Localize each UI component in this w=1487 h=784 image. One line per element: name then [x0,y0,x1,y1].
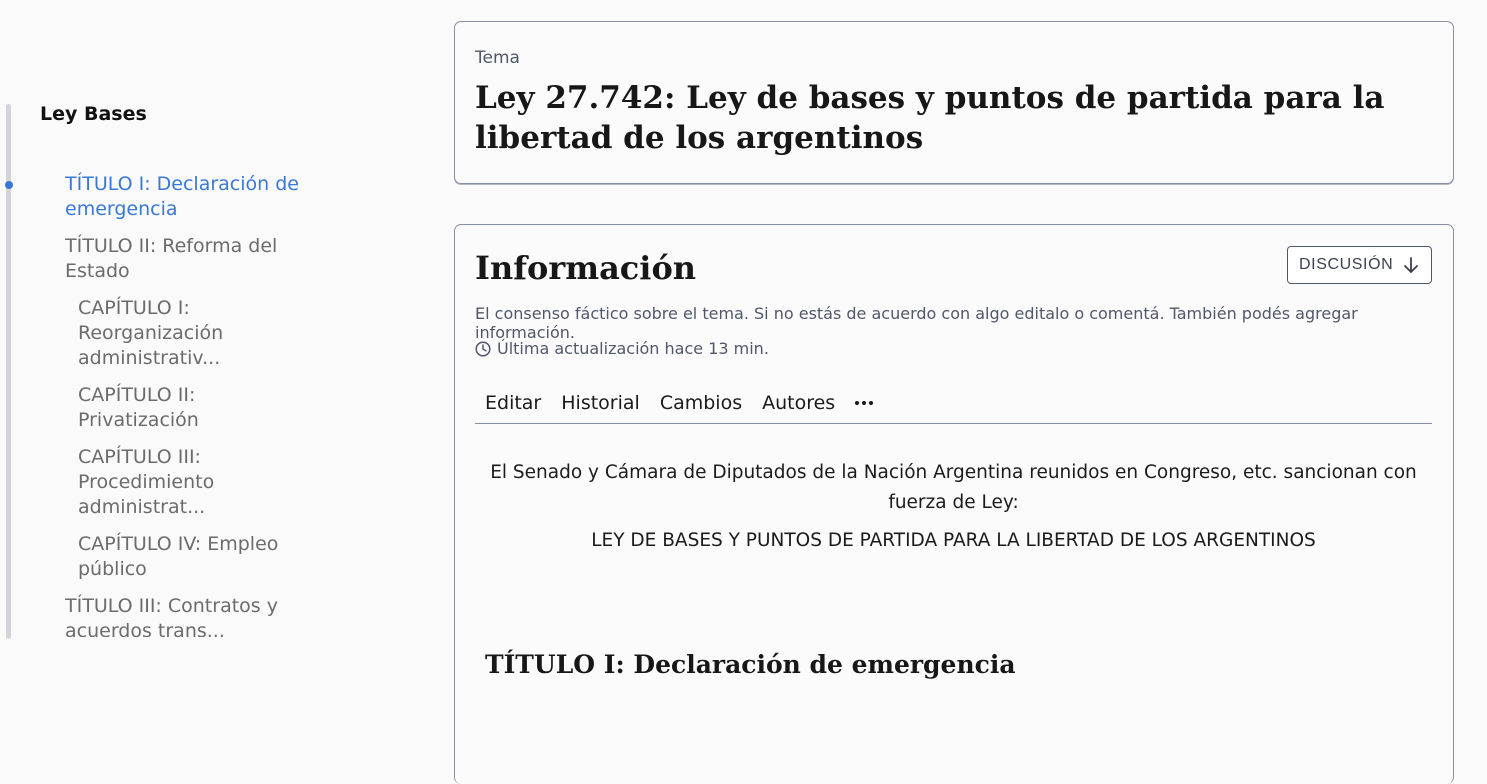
document-section-title: TÍTULO I: Declaración de emergencia [485,650,1016,679]
topic-card: Tema Ley 27.742: Ley de bases y puntos d… [454,21,1454,184]
document-body: El Senado y Cámara de Diputados de la Na… [485,458,1422,551]
tab-cambios[interactable]: Cambios [660,392,742,414]
toc-item-capitulo-4[interactable]: CAPÍTULO IV: Empleo público [65,532,305,582]
toc-item-titulo-3[interactable]: TÍTULO III: Contratos y acuerdos trans..… [65,594,305,637]
information-description: El consenso fáctico sobre el tema. Si no… [475,304,1358,342]
toc-list: TÍTULO I: Declaración de emergencia TÍTU… [65,172,305,637]
ellipsis-icon[interactable] [855,401,874,405]
toc-active-indicator [5,181,13,189]
action-tabs: Editar Historial Cambios Autores [475,383,1432,424]
tab-autores[interactable]: Autores [762,392,835,414]
topic-eyebrow: Tema [475,48,520,68]
arrow-down-icon [1404,257,1419,273]
last-updated: Última actualización hace 13 min. [475,339,769,358]
toc-title[interactable]: Ley Bases [40,103,147,125]
toc-item-titulo-1[interactable]: TÍTULO I: Declaración de emergencia [65,172,305,222]
information-title: Información [475,249,697,287]
discussion-button[interactable]: DISCUSIÓN [1287,246,1432,284]
information-card: Información DISCUSIÓN El consenso fáctic… [454,224,1454,784]
page-title: Ley 27.742: Ley de bases y puntos de par… [475,80,1385,156]
document-intro: El Senado y Cámara de Diputados de la Na… [490,462,1417,513]
toc-item-capitulo-2[interactable]: CAPÍTULO II: Privatización [65,383,305,433]
table-of-contents: Ley Bases TÍTULO I: Declaración de emerg… [0,0,420,760]
discussion-button-label: DISCUSIÓN [1299,256,1394,273]
tab-editar[interactable]: Editar [485,392,541,414]
toc-item-capitulo-1[interactable]: CAPÍTULO I: Reorganización administrativ… [65,296,305,371]
document-heading: LEY DE BASES Y PUNTOS DE PARTIDA PARA LA… [591,530,1316,551]
last-updated-text: Última actualización hace 13 min. [497,339,769,358]
clock-icon [475,340,491,357]
tab-historial[interactable]: Historial [561,392,640,414]
toc-item-capitulo-3[interactable]: CAPÍTULO III: Procedimiento administrat.… [65,445,305,520]
toc-item-titulo-2[interactable]: TÍTULO II: Reforma del Estado [65,234,305,284]
